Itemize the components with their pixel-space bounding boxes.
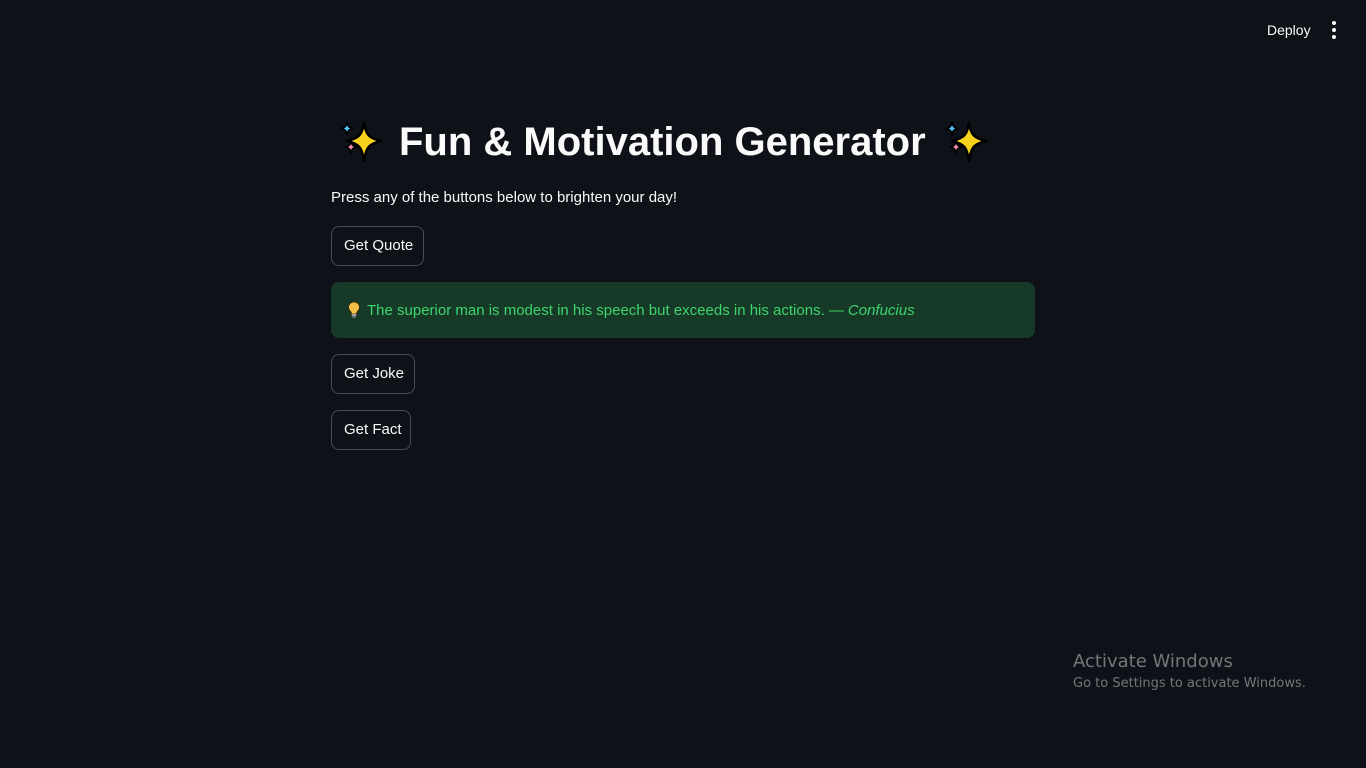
sparkles-icon xyxy=(944,121,987,163)
deploy-button[interactable]: Deploy xyxy=(1258,18,1320,42)
get-fact-button[interactable]: Get Fact xyxy=(331,410,411,450)
kebab-menu-icon[interactable] xyxy=(1322,18,1346,42)
windows-activation-watermark: Activate Windows Go to Settings to activ… xyxy=(1073,651,1306,693)
page-title: Fun & Motivation Generator xyxy=(335,116,990,168)
app-header: Deploy xyxy=(0,0,1366,60)
streamlit-app: Deploy Fun & Motivation Generator Press … xyxy=(0,0,1366,768)
page-title-text: Fun & Motivation Generator xyxy=(399,120,926,164)
lightbulb-icon xyxy=(348,301,360,318)
sparkles-icon xyxy=(340,121,383,163)
watermark-title: Activate Windows xyxy=(1073,651,1233,672)
quote-text: The superior man is modest in his speech… xyxy=(367,301,844,319)
get-quote-button[interactable]: Get Quote xyxy=(331,226,424,266)
quote-author: Confucius xyxy=(847,301,915,319)
page-subtitle: Press any of the buttons below to bright… xyxy=(331,189,678,206)
get-joke-button[interactable]: Get Joke xyxy=(331,354,415,394)
watermark-subtitle: Go to Settings to activate Windows. xyxy=(1073,676,1306,691)
quote-result-alert: The superior man is modest in his speech… xyxy=(331,282,1035,338)
